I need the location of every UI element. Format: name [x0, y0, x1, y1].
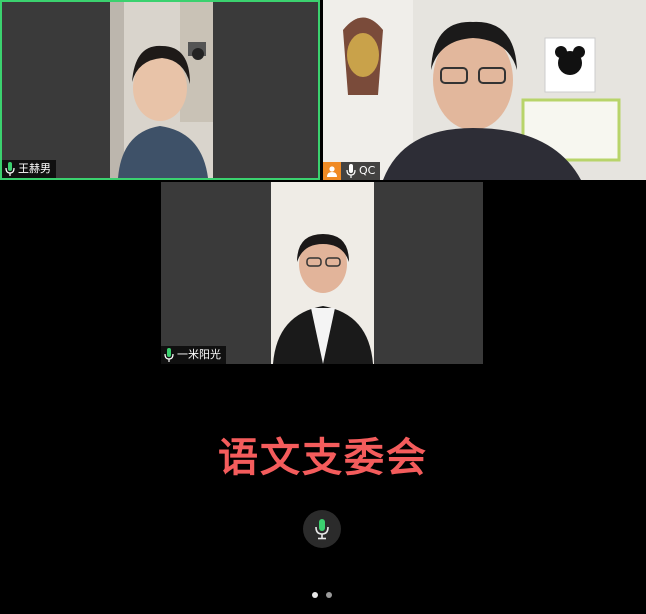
participant-name: 一米阳光: [177, 348, 221, 361]
participant-name: QC: [359, 164, 376, 177]
participant-video: [110, 2, 213, 178]
video-tile-participant-3[interactable]: 一米阳光: [161, 182, 483, 364]
participant-name-tag: 一米阳光: [161, 346, 226, 364]
mic-icon: [5, 162, 15, 176]
participant-name: 王赫男: [18, 162, 51, 175]
participant-name-tag: 王赫男: [2, 160, 56, 178]
mic-icon: [346, 164, 356, 178]
mic-icon: [315, 519, 329, 540]
page-dot-2[interactable]: [326, 592, 332, 598]
host-icon: [323, 162, 341, 180]
participant-name-tag: QC: [323, 162, 381, 180]
video-tile-participant-1[interactable]: 王赫男: [0, 0, 320, 180]
page-dot-1[interactable]: [312, 592, 318, 598]
mute-toggle-button[interactable]: [303, 510, 341, 548]
mic-icon: [164, 348, 174, 362]
page-indicator: [312, 592, 332, 598]
participant-video: [323, 0, 646, 180]
participant-video: [271, 182, 374, 364]
meeting-banner: 语文支委会: [218, 435, 428, 481]
video-tile-participant-2[interactable]: QC: [323, 0, 646, 180]
